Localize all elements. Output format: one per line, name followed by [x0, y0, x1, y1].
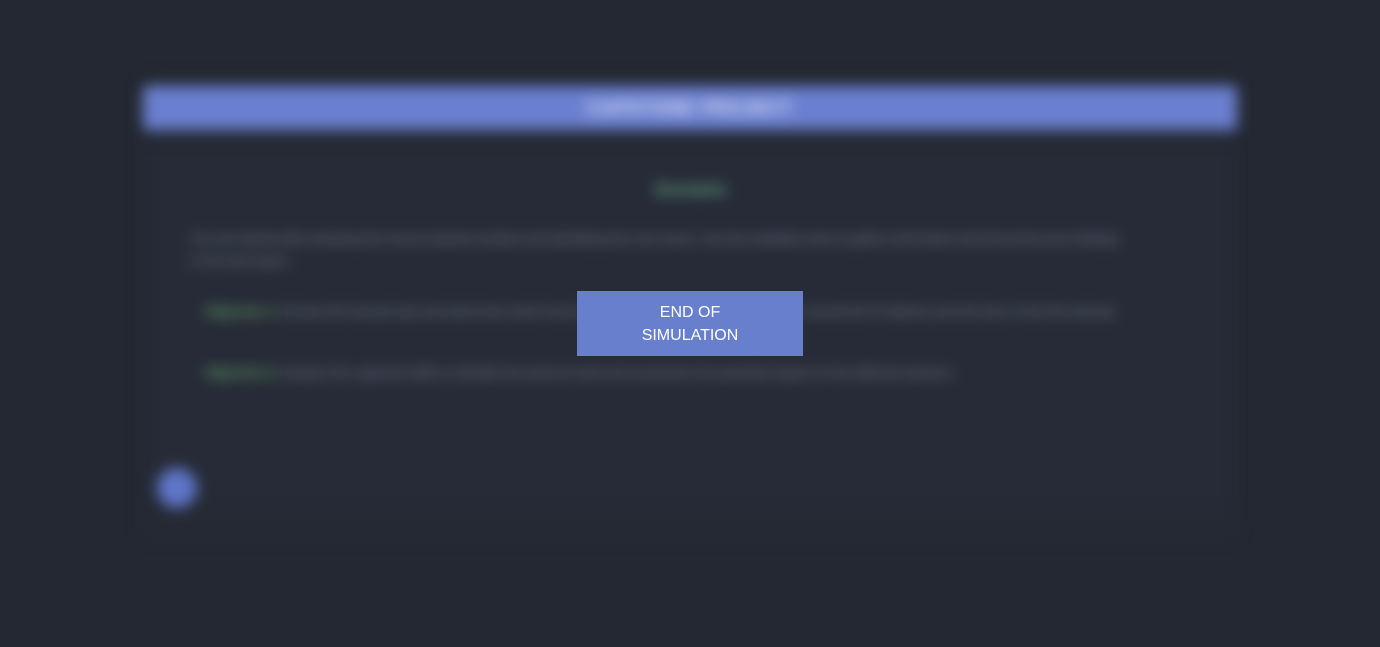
simulation-header: CAPSTONE PROJECT	[143, 86, 1237, 130]
end-of-simulation-label: END OF SIMULATION	[641, 303, 739, 344]
objective-item: Objective 2: Analyze the captured traffi…	[205, 361, 1180, 385]
objective-label: Objective 1:	[205, 304, 279, 319]
end-of-simulation-button[interactable]: END OF SIMULATION	[577, 291, 803, 356]
simulation-header-title: CAPSTONE PROJECT	[587, 97, 793, 118]
round-action-button	[157, 468, 197, 508]
simulation-intro-text: You are tasked with reviewing the recent…	[190, 231, 1119, 268]
simulation-subtitle: Scenario	[654, 180, 727, 199]
objective-label: Objective 2:	[205, 365, 279, 380]
objective-text: Analyze the captured traffic to identify…	[281, 365, 955, 380]
simulation-screen: CAPSTONE PROJECT Scenario You are tasked…	[0, 0, 1380, 647]
